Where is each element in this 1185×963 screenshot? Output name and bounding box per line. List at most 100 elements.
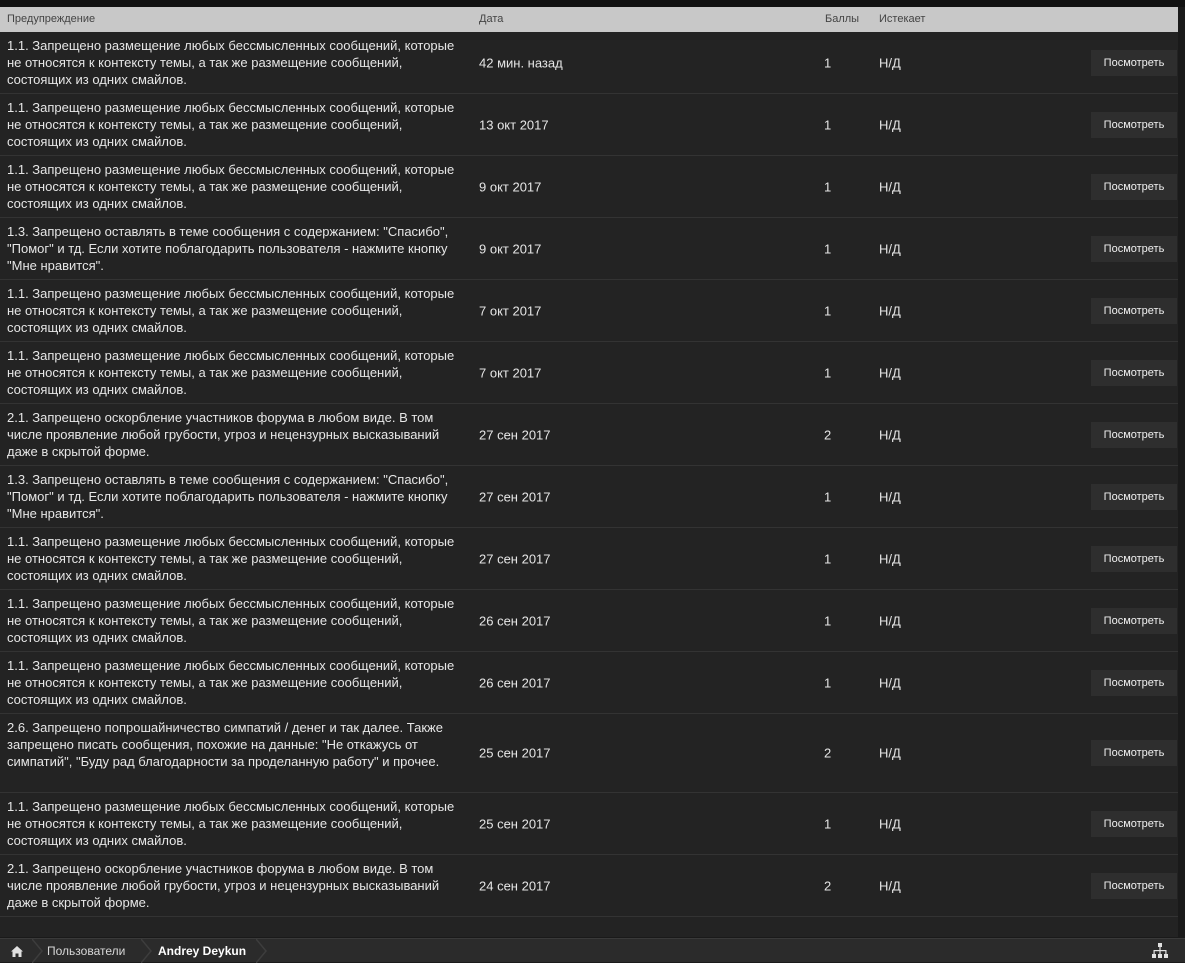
warning-date: 24 сен 2017 xyxy=(479,878,551,893)
view-button[interactable]: Посмотреть xyxy=(1091,421,1177,448)
warning-expires: Н/Д xyxy=(879,613,901,628)
warning-points: 2 xyxy=(824,427,832,442)
warning-date: 27 сен 2017 xyxy=(479,427,551,442)
table-row: 2.1. Запрещено оскорбление участников фо… xyxy=(0,404,1178,466)
breadcrumb-item-current[interactable]: Andrey Deykun xyxy=(158,939,246,963)
breadcrumb-separator xyxy=(32,939,43,963)
table-row: 1.1. Запрещено размещение любых бессмысл… xyxy=(0,32,1178,94)
view-button[interactable]: Посмотреть xyxy=(1091,545,1177,572)
warning-points: 2 xyxy=(824,878,832,893)
warning-text: 1.1. Запрещено размещение любых бессмысл… xyxy=(7,38,455,87)
breadcrumb-separator xyxy=(256,939,267,963)
warning-points: 1 xyxy=(824,551,832,566)
view-button[interactable]: Посмотреть xyxy=(1091,235,1177,262)
table-row: 1.3. Запрещено оставлять в теме сообщени… xyxy=(0,466,1178,528)
warning-points: 1 xyxy=(824,55,832,70)
warning-points: 1 xyxy=(824,179,832,194)
table-header: Предупреждение Дата Баллы Истекает xyxy=(0,7,1178,32)
warning-date: 26 сен 2017 xyxy=(479,675,551,690)
warning-date: 42 мин. назад xyxy=(479,55,563,70)
view-button[interactable]: Посмотреть xyxy=(1091,111,1177,138)
warning-expires: Н/Д xyxy=(879,551,901,566)
warning-points: 1 xyxy=(824,303,832,318)
table-row: 1.1. Запрещено размещение любых бессмысл… xyxy=(0,156,1178,218)
sitemap-icon[interactable] xyxy=(1152,943,1168,959)
column-header-date: Дата xyxy=(479,13,504,25)
warning-expires: Н/Д xyxy=(879,365,901,380)
warning-expires: Н/Д xyxy=(879,675,901,690)
breadcrumb-separator xyxy=(141,939,152,963)
warning-text: 1.1. Запрещено размещение любых бессмысл… xyxy=(7,799,455,848)
view-button[interactable]: Посмотреть xyxy=(1091,669,1177,696)
warning-date: 7 окт 2017 xyxy=(479,365,542,380)
warning-text: 1.1. Запрещено размещение любых бессмысл… xyxy=(7,100,455,149)
warning-text: 2.1. Запрещено оскорбление участников фо… xyxy=(7,861,440,910)
warning-expires: Н/Д xyxy=(879,55,901,70)
warning-text: 1.1. Запрещено размещение любых бессмысл… xyxy=(7,596,455,645)
warning-text: 1.1. Запрещено размещение любых бессмысл… xyxy=(7,534,455,583)
warning-expires: Н/Д xyxy=(879,179,901,194)
warning-points: 1 xyxy=(824,489,832,504)
warning-text: 1.1. Запрещено размещение любых бессмысл… xyxy=(7,162,455,211)
view-button[interactable]: Посмотреть xyxy=(1091,810,1177,837)
warning-text: 1.1. Запрещено размещение любых бессмысл… xyxy=(7,286,455,335)
table-row: 1.1. Запрещено размещение любых бессмысл… xyxy=(0,342,1178,404)
table-row: 1.1. Запрещено размещение любых бессмысл… xyxy=(0,793,1178,855)
view-button[interactable]: Посмотреть xyxy=(1091,359,1177,386)
warning-text: 2.1. Запрещено оскорбление участников фо… xyxy=(7,410,440,459)
warning-text: 1.3. Запрещено оставлять в теме сообщени… xyxy=(7,472,449,521)
warning-points: 1 xyxy=(824,613,832,628)
warning-expires: Н/Д xyxy=(879,816,901,831)
table-row: 1.1. Запрещено размещение любых бессмысл… xyxy=(0,652,1178,714)
table-row: 2.1. Запрещено оскорбление участников фо… xyxy=(0,855,1178,917)
warning-date: 9 окт 2017 xyxy=(479,179,542,194)
warning-text: 1.1. Запрещено размещение любых бессмысл… xyxy=(7,658,455,707)
view-button[interactable]: Посмотреть xyxy=(1091,297,1177,324)
warning-expires: Н/Д xyxy=(879,489,901,504)
column-header-points: Баллы xyxy=(825,13,860,25)
warnings-panel: Предупреждение Дата Баллы Истекает 1.1. … xyxy=(0,7,1178,937)
warnings-table-body: 1.1. Запрещено размещение любых бессмысл… xyxy=(0,32,1178,917)
table-row: 1.1. Запрещено размещение любых бессмысл… xyxy=(0,94,1178,156)
view-button[interactable]: Посмотреть xyxy=(1091,607,1177,634)
breadcrumb-item-users[interactable]: Пользователи xyxy=(47,939,125,963)
warning-text: 2.6. Запрещено попрошайничество симпатий… xyxy=(7,720,443,769)
warning-points: 1 xyxy=(824,117,832,132)
table-row: 1.1. Запрещено размещение любых бессмысл… xyxy=(0,280,1178,342)
home-icon xyxy=(11,945,23,957)
warning-date: 27 сен 2017 xyxy=(479,489,551,504)
warning-date: 26 сен 2017 xyxy=(479,613,551,628)
warning-date: 7 окт 2017 xyxy=(479,303,542,318)
warning-date: 25 сен 2017 xyxy=(479,816,551,831)
warning-points: 2 xyxy=(824,745,832,761)
table-row: 1.1. Запрещено размещение любых бессмысл… xyxy=(0,528,1178,590)
table-row: 2.6. Запрещено попрошайничество симпатий… xyxy=(0,714,1178,793)
warning-expires: Н/Д xyxy=(879,117,901,132)
warning-points: 1 xyxy=(824,675,832,690)
warning-expires: Н/Д xyxy=(879,427,901,442)
top-strip xyxy=(0,0,1185,7)
warning-text: 1.3. Запрещено оставлять в теме сообщени… xyxy=(7,224,449,273)
warning-date: 13 окт 2017 xyxy=(479,117,549,132)
warning-points: 1 xyxy=(824,816,832,831)
warning-text: 1.1. Запрещено размещение любых бессмысл… xyxy=(7,348,455,397)
warning-expires: Н/Д xyxy=(879,303,901,318)
warning-points: 1 xyxy=(824,365,832,380)
view-button[interactable]: Посмотреть xyxy=(1091,872,1177,899)
breadcrumb-home[interactable] xyxy=(0,939,34,963)
column-header-expires: Истекает xyxy=(879,13,926,25)
view-button[interactable]: Посмотреть xyxy=(1091,483,1177,510)
warning-points: 1 xyxy=(824,241,832,256)
view-button[interactable]: Посмотреть xyxy=(1091,49,1177,76)
warning-date: 27 сен 2017 xyxy=(479,551,551,566)
warning-date: 25 сен 2017 xyxy=(479,745,551,761)
warning-date: 9 окт 2017 xyxy=(479,241,542,256)
view-button[interactable]: Посмотреть xyxy=(1091,740,1177,766)
column-header-warning: Предупреждение xyxy=(7,13,96,25)
warning-expires: Н/Д xyxy=(879,745,901,761)
warning-expires: Н/Д xyxy=(879,878,901,893)
view-button[interactable]: Посмотреть xyxy=(1091,173,1177,200)
breadcrumb: Пользователи Andrey Deykun xyxy=(0,938,1185,963)
warning-expires: Н/Д xyxy=(879,241,901,256)
table-row: 1.3. Запрещено оставлять в теме сообщени… xyxy=(0,218,1178,280)
